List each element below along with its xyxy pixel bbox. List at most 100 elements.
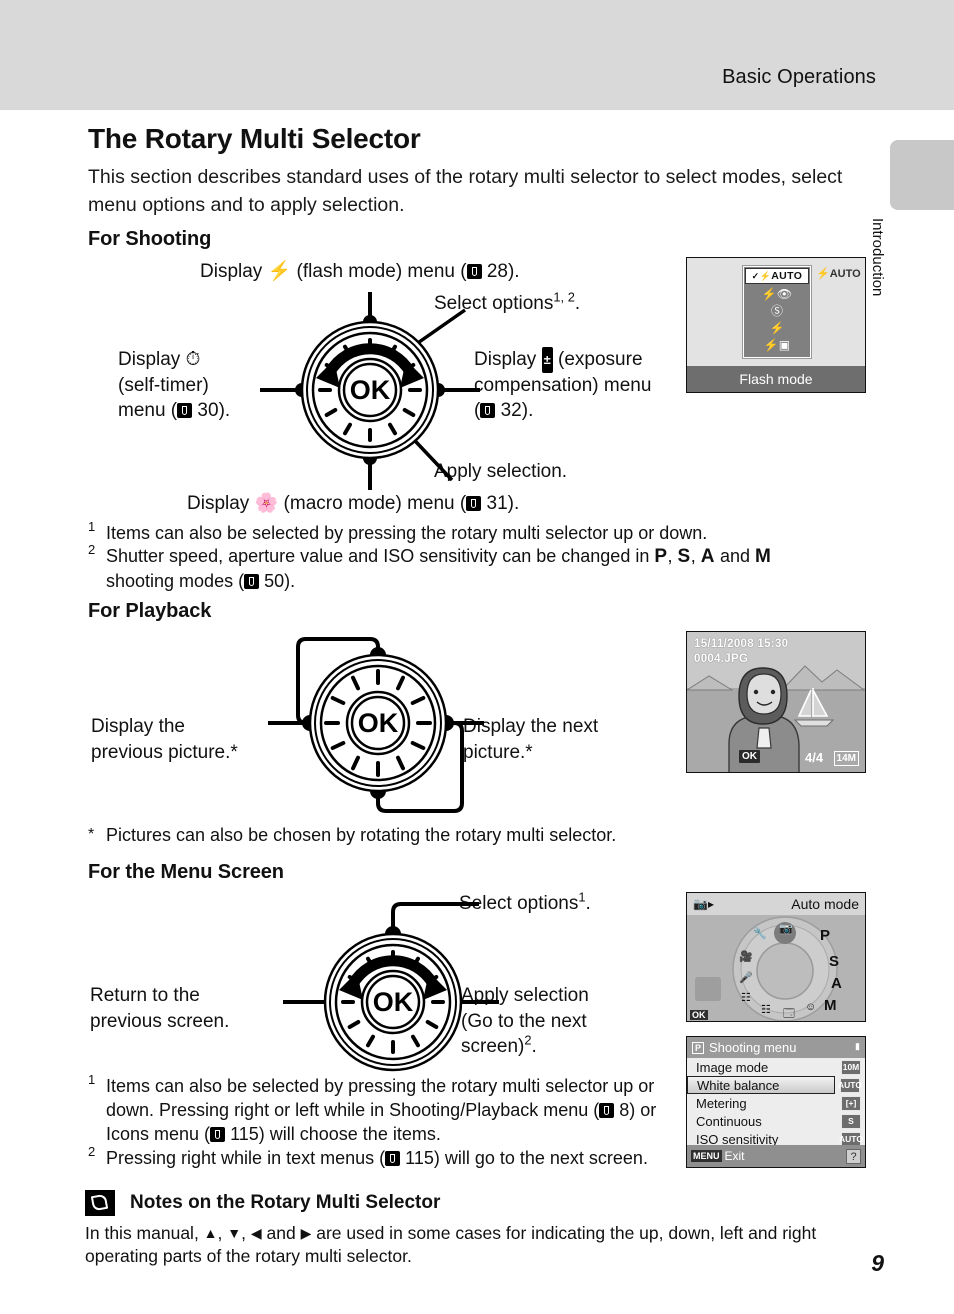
menu-label-apply-end: .: [531, 1036, 537, 1057]
scene-icon: ☷: [761, 1004, 771, 1016]
arrow-left-icon: ◀: [250, 1225, 262, 1241]
rotary-dial-shooting[interactable]: OK: [260, 292, 480, 490]
shooting-label-exposure-post2: ).: [521, 400, 534, 421]
menu-label-select-options-sup: 1: [578, 889, 586, 905]
shooting-label-self-timer-pre: Display: [118, 349, 181, 370]
self-timer-icon: ⏱: [185, 349, 201, 370]
shooting-label-exposure-ref: 32: [500, 400, 522, 421]
mode-letter-m: M: [824, 997, 837, 1014]
smart-portrait-icon: ☺: [805, 1001, 817, 1013]
shooting-label-flash: Display ⚡ (flash mode) menu ( 28).: [200, 259, 520, 285]
page-number: 9: [871, 1250, 884, 1276]
shooting-label-macro-pre: Display: [187, 493, 250, 514]
flash-option-fill[interactable]: ⚡: [744, 319, 810, 336]
page-header-band: [0, 0, 954, 110]
help-icon: ?: [846, 1149, 861, 1164]
rotary-dial-menu[interactable]: OK: [283, 902, 499, 1092]
shooting-menu-exit-label: Exit: [724, 1149, 745, 1163]
arrow-up-icon: ▲: [203, 1225, 218, 1241]
menu-item-continuous-badge: S: [841, 1113, 861, 1129]
shooting-label-self-timer-l2: (self-timer): [118, 374, 209, 396]
book-ref-icon: [466, 264, 482, 279]
side-tab-label: Introduction: [869, 218, 886, 297]
notes-body-a: In this manual,: [85, 1223, 204, 1243]
menu-label-apply-sup: 2: [524, 1032, 532, 1048]
shooting-label-exposure-post: (exposure: [558, 349, 643, 370]
shooting-footnote-2-c: ).: [284, 571, 296, 591]
shooting-footnote-2-and: and: [714, 546, 756, 566]
shooting-menu-items[interactable]: Image mode 10M White balance AUTO Meteri…: [687, 1058, 865, 1147]
menu-footnote-2: Pressing right while in text menus ( 115…: [106, 1146, 686, 1170]
dial-ok-label: OK: [358, 708, 399, 738]
shooting-footnote-2-num: 2: [88, 542, 96, 557]
flash-option-red-eye[interactable]: ⚡👁: [744, 285, 810, 302]
book-ref-icon: [177, 403, 193, 418]
shooting-label-flash-mid: (flash mode) menu (: [296, 261, 467, 282]
shooting-footnote-1-num: 1: [88, 519, 96, 534]
menu-footnote-2-num: 2: [88, 1144, 96, 1159]
playback-screen: 15/11/2008 15:30 0004.JPG OK 4/4 14M: [686, 631, 866, 773]
playback-label-next-l2: picture.*: [463, 741, 533, 763]
menu-item-image-mode-label: Image mode: [696, 1059, 769, 1075]
shooting-label-self-timer-l3pre: menu (: [118, 400, 178, 421]
rotary-dial-playback[interactable]: OK: [268, 633, 484, 833]
camera-auto-icon: 📷: [779, 923, 793, 935]
flash-option-slow-sync[interactable]: ⚡▣: [744, 336, 810, 353]
flash-options-list[interactable]: ✓⚡ AUTO ⚡👁 Ⓢ ⚡ ⚡▣: [743, 266, 811, 358]
movie-icon: 🎥: [739, 951, 753, 963]
shooting-label-self-timer-ref: 30: [197, 400, 219, 421]
mode-letter-a: A: [831, 975, 842, 992]
intro-paragraph: This section describes standard uses of …: [88, 166, 843, 216]
pencil-note-icon: [85, 1190, 115, 1216]
shooting-menu-header: P Shooting menu ▮: [687, 1037, 865, 1058]
notes-and: and: [261, 1223, 301, 1243]
mode-a-icon: A: [700, 546, 715, 567]
flash-option-off[interactable]: Ⓢ: [744, 302, 810, 319]
heading-for-menu-screen: For the Menu Screen: [88, 861, 284, 883]
menu-item-metering[interactable]: Metering [+]: [687, 1094, 865, 1112]
menu-label-apply: Apply selection (Go to the next screen)2…: [461, 983, 681, 1060]
menu-item-metering-badge: [+]: [841, 1095, 861, 1111]
flash-option-auto[interactable]: ✓⚡ AUTO: [745, 268, 809, 284]
menu-item-continuous-label: Continuous: [696, 1113, 762, 1129]
shooting-label-flash-pre: Display: [200, 261, 263, 282]
shooting-footnote-2-a: Shutter speed, aperture value and ISO se…: [106, 546, 655, 566]
shooting-label-macro-post: ).: [507, 493, 520, 514]
flash-side-indicator: ⚡AUTO: [816, 268, 861, 280]
playback-ok-badge: OK: [739, 750, 760, 763]
shooting-label-select-options-end: .: [574, 293, 581, 314]
menu-item-continuous[interactable]: Continuous S: [687, 1112, 865, 1130]
flash-screen-stage: ✓⚡ AUTO ⚡👁 Ⓢ ⚡ ⚡▣ ⚡AUTO: [687, 258, 865, 366]
voice-recording-icon: 🎤: [739, 972, 753, 984]
mode-p-icon: P: [692, 1041, 705, 1054]
playback-image-size: 14M: [833, 751, 859, 766]
setup-icon: 🔧: [753, 928, 767, 940]
heading-for-playback: For Playback: [88, 600, 212, 622]
menu-footnote-1-c: ) will choose the items.: [258, 1124, 441, 1144]
flash-icon: ⚡: [267, 261, 292, 282]
playback-filename: 0004.JPG: [694, 653, 749, 665]
scroll-indicator-icon: ▮: [855, 1041, 860, 1051]
shooting-label-exposure-l2: compensation) menu: [474, 374, 652, 396]
heading-for-shooting: For Shooting: [88, 228, 212, 250]
notes-body: In this manual, ▲, ▼, ◀ and ▶ are used i…: [85, 1222, 875, 1268]
playback-label-next: Display the next picture.*: [463, 714, 673, 765]
menu-footnote-2-b: ) will go to the next screen.: [433, 1148, 648, 1168]
book-ref-icon: [466, 496, 482, 511]
book-ref-icon: [244, 574, 260, 589]
book-ref-icon: [210, 1127, 226, 1142]
playback-label-previous-l2: previous picture.*: [91, 741, 238, 763]
camera-icon: 📷▸: [693, 897, 714, 911]
shooting-footnote-2: Shutter speed, aperture value and ISO se…: [106, 546, 772, 591]
menu-item-white-balance[interactable]: White balance AUTO: [687, 1076, 862, 1094]
book-ref-icon: [480, 403, 496, 418]
shooting-label-exposure-pre: Display: [474, 349, 537, 370]
shooting-menu-title: Shooting menu: [709, 1040, 797, 1055]
page-header-title: Basic Operations: [722, 66, 876, 88]
arrow-right-icon: ▶: [300, 1225, 312, 1241]
playback-label-previous: Display the previous picture.*: [91, 714, 291, 765]
exposure-compensation-icon: ±: [541, 347, 553, 373]
shooting-label-macro-ref: 31: [486, 493, 508, 514]
menu-label-return-l1: Return to the: [90, 985, 200, 1006]
menu-item-image-mode[interactable]: Image mode 10M: [687, 1058, 865, 1076]
